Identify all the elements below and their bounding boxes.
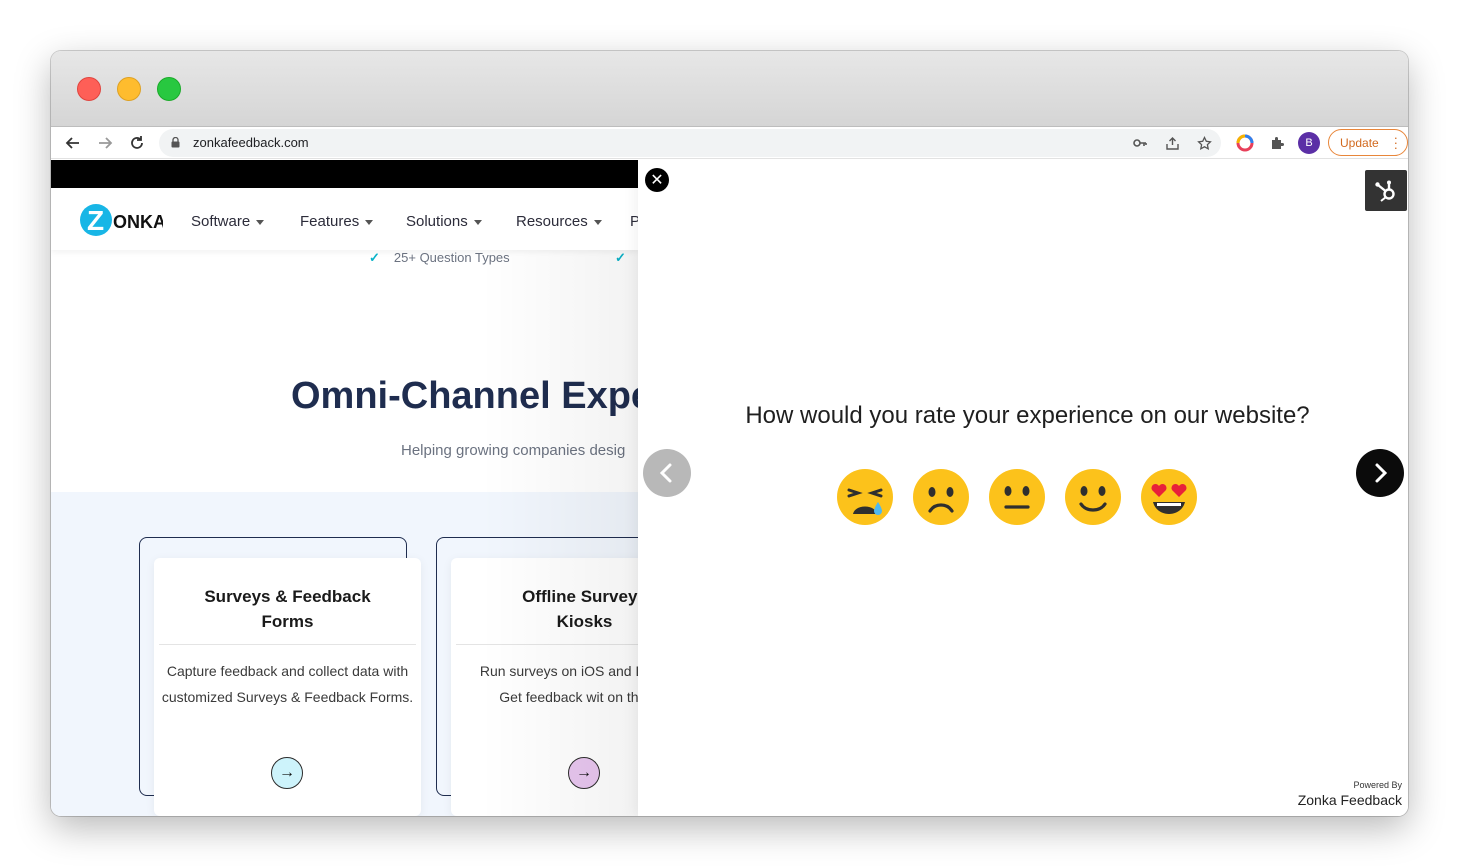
nav-features[interactable]: Features [300,213,373,230]
svg-text:Z: Z [87,205,104,236]
update-label: Update [1340,136,1379,150]
extensions-puzzle-icon[interactable] [1266,132,1288,154]
arrow-right-icon[interactable]: → [271,757,303,789]
forward-icon[interactable] [93,131,117,155]
card-divider [159,644,416,645]
bookmark-star-icon[interactable] [1193,132,1215,154]
key-icon[interactable] [1129,132,1151,154]
close-window-button[interactable] [77,77,101,101]
update-button[interactable]: Update ··· [1328,129,1408,156]
browser-toolbar: zonkafeedback.com B Update ··· [51,127,1408,159]
powered-by-brand-link[interactable]: Zonka Feedback [1241,792,1402,808]
card-surveys-feedback-forms[interactable]: Surveys & Feedback Forms Capture feedbac… [154,558,421,816]
site-navigation: Z ONKA Software Features Solutions Resou… [51,188,639,250]
svg-text:ONKA: ONKA [113,212,163,232]
chevron-down-icon [365,220,373,225]
card-title: Surveys & Feedback Forms [154,584,421,634]
color-extension-icon[interactable] [1234,132,1256,154]
announcement-bar [51,160,639,188]
zonka-logo[interactable]: Z ONKA [79,202,163,238]
chevron-down-icon [594,220,602,225]
frowning-face-icon[interactable] [912,468,970,526]
survey-question: How would you rate your experience on ou… [638,402,1408,430]
browser-window: zonkafeedback.com B Update ··· [51,51,1408,816]
hubspot-icon[interactable] [1365,170,1407,211]
next-arrow-icon[interactable] [1356,449,1404,497]
card-description: Capture feedback and collect data with c… [160,658,415,710]
share-icon[interactable] [1161,132,1183,154]
nav-resources[interactable]: Resources [516,213,602,230]
more-menu-icon[interactable]: ··· [1394,135,1398,150]
powered-by-label: Powered By [1281,780,1402,790]
title-bar [51,51,1408,127]
reload-icon[interactable] [125,131,149,155]
check-icon: ✓ [615,250,626,265]
page-viewport: Z ONKA Software Features Solutions Resou… [51,160,1408,816]
lock-icon [171,137,180,148]
feature-checklist-item: ✓ [615,250,640,266]
close-icon[interactable]: ✕ [645,168,669,192]
nav-solutions[interactable]: Solutions [406,213,482,230]
feature-checklist-item: ✓25+ Question Types [369,250,510,266]
minimize-window-button[interactable] [117,77,141,101]
hero-title: Omni-Channel Expe [291,375,652,418]
check-icon: ✓ [369,250,380,265]
previous-arrow-icon[interactable] [643,449,691,497]
profile-avatar[interactable]: B [1298,132,1320,154]
chevron-down-icon [256,220,264,225]
neutral-face-icon[interactable] [988,468,1046,526]
url-text: zonkafeedback.com [193,135,309,150]
maximize-window-button[interactable] [157,77,181,101]
hero-subtitle: Helping growing companies desig [401,442,625,459]
address-bar[interactable]: zonkafeedback.com [159,129,1221,157]
tired-crying-face-icon[interactable] [836,468,894,526]
slightly-smiling-face-icon[interactable] [1064,468,1122,526]
nav-software[interactable]: Software [191,213,264,230]
chevron-down-icon [474,220,482,225]
heart-eyes-face-icon[interactable] [1140,468,1198,526]
back-icon[interactable] [61,131,85,155]
arrow-right-icon[interactable]: → [568,757,600,789]
